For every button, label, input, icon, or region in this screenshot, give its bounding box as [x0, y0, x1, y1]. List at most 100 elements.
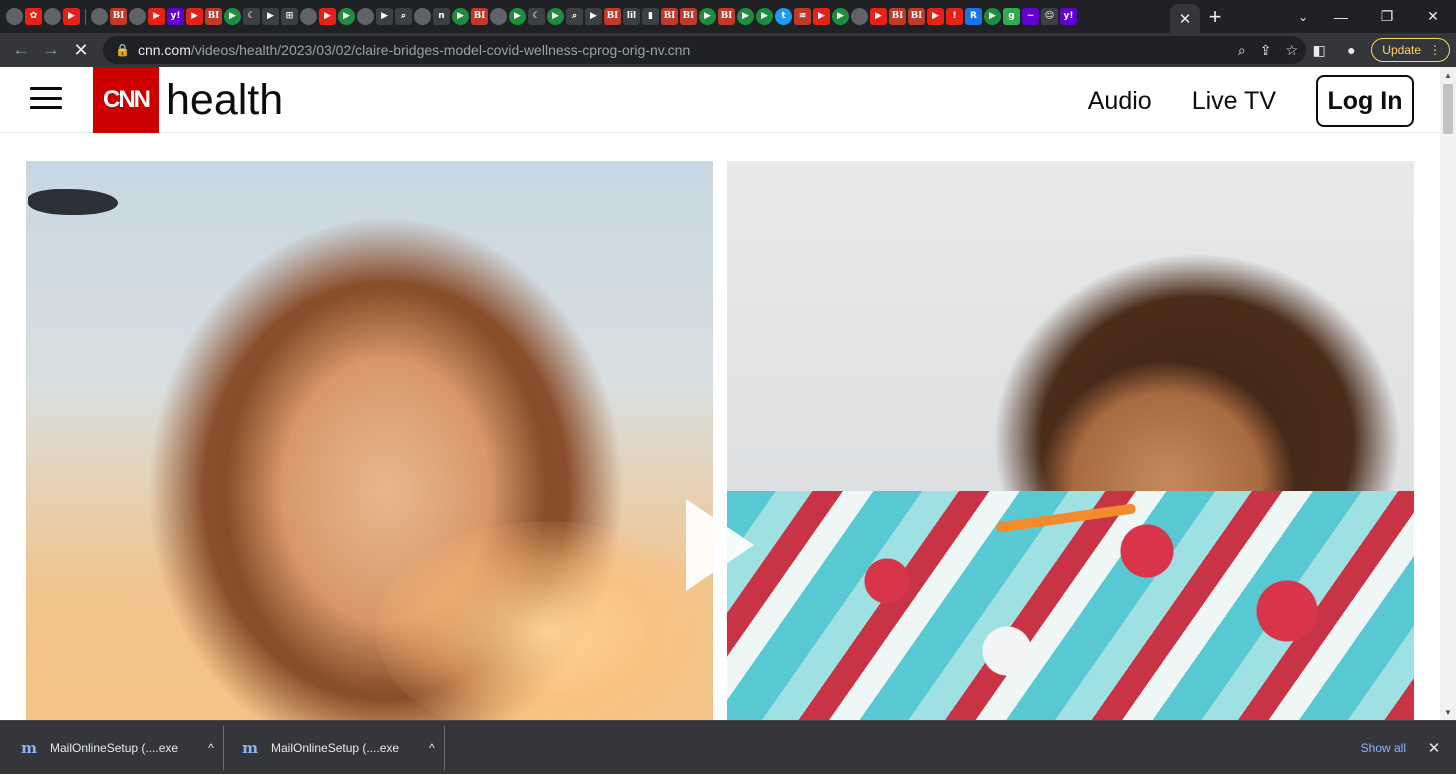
- tab-favicon-play-icon[interactable]: ▶: [832, 8, 849, 25]
- share-icon[interactable]: ⇪: [1260, 42, 1272, 59]
- tab-close-button[interactable]: ✕: [1170, 4, 1200, 33]
- download-item[interactable]: m MailOnlineSetup (....exe ^: [241, 721, 435, 775]
- tab-favicon-globe-icon[interactable]: [44, 8, 61, 25]
- tab-favicon-globe-icon[interactable]: [851, 8, 868, 25]
- tab-favicon-tw-icon[interactable]: t: [775, 8, 792, 25]
- omnibox-actions: ⌕ ⇪ ☆: [1238, 36, 1298, 64]
- tab-favicon-dark-icon[interactable]: lil: [623, 8, 640, 25]
- tab-favicon-yt-icon[interactable]: !: [946, 8, 963, 25]
- tab-favicon-globe-icon[interactable]: [6, 8, 23, 25]
- tab-favicon-play-icon[interactable]: ▶: [699, 8, 716, 25]
- tab-favicon-play-icon[interactable]: ▶: [756, 8, 773, 25]
- tab-favicon-dark-icon[interactable]: ⌕: [566, 8, 583, 25]
- tab-favicon-play-icon[interactable]: ▶: [509, 8, 526, 25]
- tab-favicon-bi-icon[interactable]: BI: [680, 8, 697, 25]
- tab-favicon-globe-icon[interactable]: [91, 8, 108, 25]
- tab-favicon-play-icon[interactable]: ▶: [338, 8, 355, 25]
- tab-favicon-yt-icon[interactable]: ▶: [148, 8, 165, 25]
- tab-favicon-dark-icon[interactable]: ☾: [528, 8, 545, 25]
- scroll-up-icon[interactable]: ▲: [1440, 67, 1456, 83]
- scroll-down-icon[interactable]: ▼: [1440, 704, 1456, 720]
- download-options-icon[interactable]: ^: [429, 741, 435, 755]
- profile-icon[interactable]: ●: [1339, 38, 1363, 62]
- tab-favicon-yh-icon[interactable]: ~: [1022, 8, 1039, 25]
- tab-favicon-bi-icon[interactable]: BI: [205, 8, 222, 25]
- download-shelf: m MailOnlineSetup (....exe ^ m MailOnlin…: [0, 720, 1456, 774]
- side-panel-icon[interactable]: ◧: [1307, 38, 1331, 62]
- close-window-button[interactable]: ✕: [1410, 0, 1456, 33]
- tab-search-icon[interactable]: ⌄: [1285, 0, 1321, 33]
- tab-favicon-yt-icon[interactable]: ▶: [63, 8, 80, 25]
- tab-favicon-yh-icon[interactable]: y!: [1060, 8, 1077, 25]
- tab-favicon-globe-icon[interactable]: [490, 8, 507, 25]
- section-title[interactable]: health: [166, 76, 283, 125]
- tab-favicon-play-icon[interactable]: ▶: [547, 8, 564, 25]
- tab-favicon-bi-icon[interactable]: BI: [471, 8, 488, 25]
- tab-favicon-yt-icon[interactable]: ▶: [870, 8, 887, 25]
- url-path: /videos/health/2023/03/02/claire-bridges…: [190, 42, 691, 58]
- tab-favicon-bi-icon[interactable]: BI: [604, 8, 621, 25]
- hamburger-menu-icon[interactable]: [30, 84, 62, 112]
- tab-favicon-bi-icon[interactable]: BI: [661, 8, 678, 25]
- new-tab-button[interactable]: +: [1200, 4, 1230, 30]
- login-button[interactable]: Log In: [1316, 75, 1414, 127]
- forward-button[interactable]: →: [36, 35, 66, 65]
- zoom-icon[interactable]: ⌕: [1238, 42, 1246, 59]
- bookmark-star-icon[interactable]: ☆: [1285, 42, 1298, 59]
- tab-favicon-dark-icon[interactable]: ▶: [585, 8, 602, 25]
- video-player[interactable]: [26, 161, 1414, 720]
- nav-link-live-tv[interactable]: Live TV: [1192, 87, 1276, 116]
- tab-favicon-yh-icon[interactable]: y!: [167, 8, 184, 25]
- tab-favicon-dark-icon[interactable]: ▶: [376, 8, 393, 25]
- tab-favicon-yt-icon[interactable]: ▶: [186, 8, 203, 25]
- tab-favicon-dark-icon[interactable]: n: [433, 8, 450, 25]
- tab-favicon-bi-icon[interactable]: BI: [718, 8, 735, 25]
- tab-favicon-dark-icon[interactable]: ▶: [262, 8, 279, 25]
- tab-favicon-yt-icon[interactable]: ✿: [25, 8, 42, 25]
- tab-favicon-dark-icon[interactable]: ☾: [243, 8, 260, 25]
- tab-favicon-blue-icon[interactable]: R: [965, 8, 982, 25]
- tab-favicon-globe-icon[interactable]: [357, 8, 374, 25]
- tab-separator: [85, 8, 86, 25]
- tab-favicon-yt-icon[interactable]: ▶: [813, 8, 830, 25]
- close-shelf-icon[interactable]: ✕: [1422, 721, 1446, 775]
- update-button[interactable]: Update ⋮: [1371, 38, 1450, 62]
- tab-favicon-play-icon[interactable]: ▶: [737, 8, 754, 25]
- street-lamp-shape: [28, 189, 118, 215]
- address-bar[interactable]: 🔒 cnn.com/videos/health/2023/03/02/clair…: [103, 36, 1306, 64]
- tab-favicon-globe-icon[interactable]: [300, 8, 317, 25]
- tab-favicon-bi-icon[interactable]: BI: [908, 8, 925, 25]
- tab-favicon-play-icon[interactable]: ▶: [452, 8, 469, 25]
- tab-favicon-gr-icon[interactable]: g: [1003, 8, 1020, 25]
- tab-favicon-dark-icon[interactable]: ⊞: [281, 8, 298, 25]
- tab-favicon-globe-icon[interactable]: [129, 8, 146, 25]
- back-button[interactable]: ←: [6, 35, 36, 65]
- cnn-logo[interactable]: CNN: [93, 67, 159, 133]
- blanket-pattern: [727, 491, 1414, 720]
- stop-loading-button[interactable]: ✕: [66, 35, 96, 65]
- download-item[interactable]: m MailOnlineSetup (....exe ^: [20, 721, 214, 775]
- update-label: Update: [1382, 43, 1421, 57]
- tab-favicon-dark-icon[interactable]: ▮: [642, 8, 659, 25]
- restore-button[interactable]: ❐: [1364, 0, 1410, 33]
- play-icon[interactable]: [686, 499, 754, 591]
- tab-favicon-dark-icon[interactable]: ☺: [1041, 8, 1058, 25]
- site-header: CNN health Audio Live TV Log In: [0, 67, 1440, 133]
- page-scrollbar[interactable]: ▲ ▼: [1440, 67, 1456, 720]
- scroll-thumb[interactable]: [1443, 84, 1453, 134]
- tab-favicon-play-icon[interactable]: ▶: [224, 8, 241, 25]
- tab-favicon-globe-icon[interactable]: [414, 8, 431, 25]
- tab-favicon-bi-icon[interactable]: ≡: [794, 8, 811, 25]
- tab-favicon-bi-icon[interactable]: BI: [889, 8, 906, 25]
- lock-icon[interactable]: 🔒: [115, 43, 130, 57]
- tab-favicon-bi-icon[interactable]: BI: [110, 8, 127, 25]
- tab-favicon-yt-icon[interactable]: ▶: [927, 8, 944, 25]
- download-options-icon[interactable]: ^: [208, 741, 214, 755]
- tab-favicon-dark-icon[interactable]: ⌕: [395, 8, 412, 25]
- show-all-downloads-button[interactable]: Show all: [1361, 721, 1406, 775]
- video-thumbnail-left-photo: [26, 161, 716, 720]
- tab-favicon-yt-icon[interactable]: ▶: [319, 8, 336, 25]
- tab-favicon-play-icon[interactable]: ▶: [984, 8, 1001, 25]
- minimize-button[interactable]: —: [1318, 0, 1364, 33]
- nav-link-audio[interactable]: Audio: [1088, 87, 1152, 116]
